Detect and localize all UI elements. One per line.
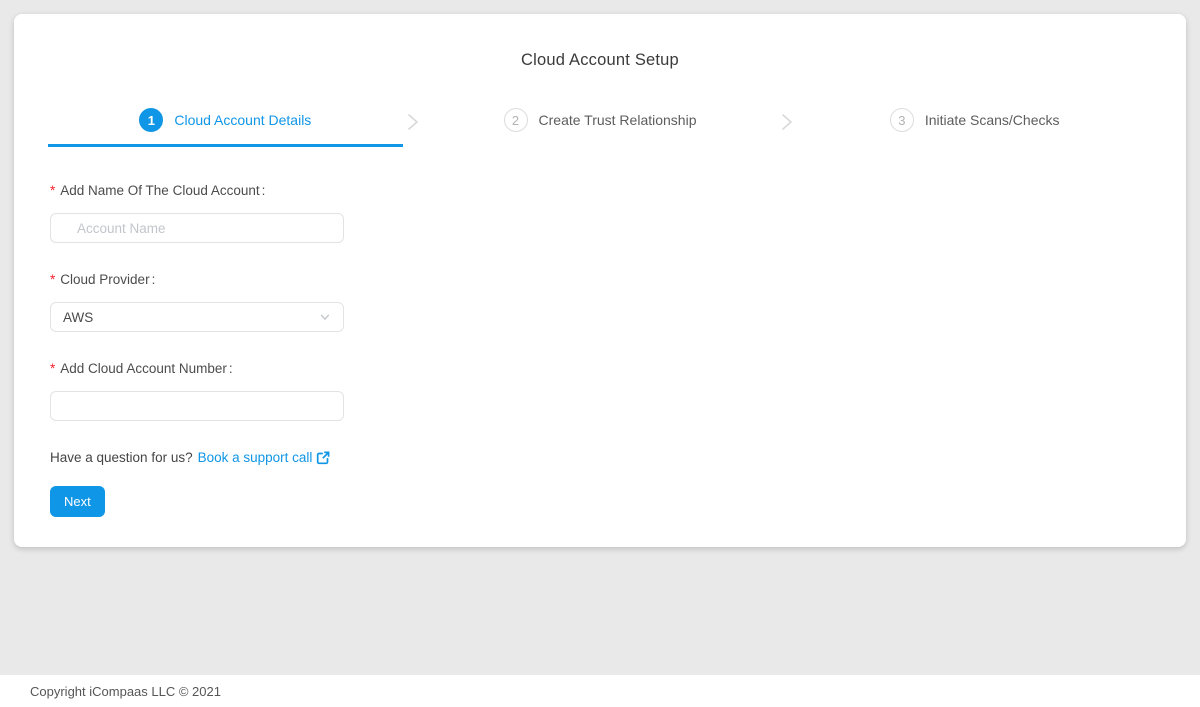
copyright-text: Copyright iCompaas LLC © 2021 [30, 684, 221, 699]
required-asterisk: * [50, 272, 55, 287]
cloud-provider-label: *Cloud Provider: [50, 272, 370, 287]
step-3-label: Initiate Scans/Checks [925, 112, 1060, 128]
required-asterisk: * [50, 183, 55, 198]
page-title: Cloud Account Setup [14, 51, 1186, 70]
account-name-label: *Add Name Of The Cloud Account: [50, 183, 370, 198]
support-line: Have a question for us? Book a support c… [50, 450, 370, 465]
account-number-input[interactable] [50, 391, 344, 421]
step-1-label: Cloud Account Details [174, 112, 311, 128]
cloud-account-setup-card: Cloud Account Setup 1 Cloud Account Deta… [14, 14, 1186, 547]
cloud-account-form: *Add Name Of The Cloud Account: *Cloud P… [50, 183, 370, 517]
cloud-provider-field: *Cloud Provider: AWS [50, 272, 370, 332]
required-asterisk: * [50, 361, 55, 376]
account-number-field: *Add Cloud Account Number: [50, 361, 370, 421]
cloud-provider-select[interactable]: AWS [50, 302, 344, 332]
account-name-input[interactable] [50, 213, 344, 243]
step-1-number: 1 [139, 108, 163, 132]
chevron-right-icon [407, 112, 419, 132]
external-link-icon [316, 451, 330, 465]
step-initiate-scans-checks[interactable]: 3 Initiate Scans/Checks [797, 103, 1152, 147]
cloud-provider-selected-value: AWS [63, 310, 93, 325]
footer: Copyright iCompaas LLC © 2021 [0, 675, 1200, 707]
step-2-number: 2 [504, 108, 528, 132]
account-name-field: *Add Name Of The Cloud Account: [50, 183, 370, 243]
setup-stepper: 1 Cloud Account Details 2 Create Trust R… [48, 103, 1152, 147]
account-number-label: *Add Cloud Account Number: [50, 361, 370, 376]
next-button[interactable]: Next [50, 486, 105, 517]
step-cloud-account-details[interactable]: 1 Cloud Account Details [48, 103, 403, 147]
step-2-label: Create Trust Relationship [539, 112, 697, 128]
chevron-right-icon [781, 112, 793, 132]
step-3-number: 3 [890, 108, 914, 132]
book-support-call-link[interactable]: Book a support call [198, 450, 331, 465]
chevron-down-icon [319, 311, 331, 323]
step-create-trust-relationship[interactable]: 2 Create Trust Relationship [423, 103, 778, 147]
support-question-text: Have a question for us? [50, 450, 193, 465]
